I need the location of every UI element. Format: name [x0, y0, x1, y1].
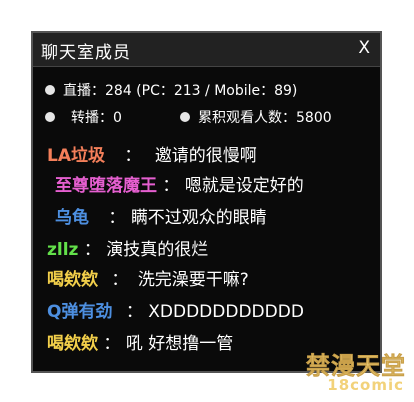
- chat-separator: ：: [103, 334, 121, 354]
- close-icon[interactable]: X: [358, 38, 370, 58]
- live-count-text: 直播：284 (PC：213 / Mobile：89): [63, 83, 298, 99]
- chat-message: 乌龟 ： 瞒不过观众的眼睛: [47, 205, 267, 231]
- title-bar: 聊天室成员 X: [33, 33, 380, 67]
- chat-text: XDDDDDDDDDDD: [148, 302, 304, 322]
- chat-username[interactable]: 至尊堕落魔王: [55, 176, 157, 196]
- chat-text: 嗯就是设定好的: [184, 176, 304, 196]
- bullet-dot-icon: [45, 112, 55, 122]
- total-viewers-text: 累积观看人数：5800: [198, 110, 332, 126]
- bullet-dot-icon: [45, 85, 55, 95]
- chat-username[interactable]: LA垃圾: [47, 146, 105, 166]
- chat-text: 演技真的很烂: [106, 240, 209, 260]
- chat-separator: ：: [125, 302, 143, 322]
- chat-message: 喝欸欸 ： 吼 好想撸一管: [47, 331, 233, 357]
- chat-message: 喝欸欸 ： 洗完澡要干嘛?: [47, 267, 249, 293]
- chat-username[interactable]: Q弹有劲: [47, 302, 112, 322]
- chat-username[interactable]: zllz: [47, 240, 78, 260]
- relay-count-text: 转播：0: [71, 110, 122, 126]
- live-count-stat: 直播：284 (PC：213 / Mobile：89): [45, 80, 297, 100]
- chat-username[interactable]: 喝欸欸: [47, 334, 98, 354]
- chat-separator: ：: [108, 208, 126, 228]
- chat-separator: ：: [162, 176, 180, 196]
- chat-message: zllz ： 演技真的很烂: [47, 237, 208, 263]
- chat-text: 洗完澡要干嘛?: [137, 270, 249, 290]
- bullet-dot-icon: [180, 112, 190, 122]
- chat-separator: ：: [83, 240, 101, 260]
- chat-text: 吼 好想撸一管: [125, 334, 234, 354]
- watermark-line2: 18comic: [327, 376, 404, 394]
- chat-message: LA垃圾 ： 邀请的很慢啊: [47, 143, 257, 169]
- total-viewers-stat: 累积观看人数：5800: [180, 107, 332, 127]
- chat-username[interactable]: 乌龟: [55, 208, 89, 228]
- panel-title: 聊天室成员: [41, 43, 131, 63]
- chat-separator: ：: [111, 270, 129, 290]
- chat-message: 至尊堕落魔王 ： 嗯就是设定好的: [47, 173, 304, 199]
- chat-members-panel: 聊天室成员 X 直播：284 (PC：213 / Mobile：89) 转播：0…: [31, 31, 382, 373]
- site-watermark-logo: 禁漫天堂 18comic: [302, 346, 406, 398]
- chat-separator: ：: [124, 146, 142, 166]
- chat-text: 瞒不过观众的眼睛: [130, 208, 267, 228]
- chat-message: Q弹有劲 ： XDDDDDDDDDDD: [47, 299, 304, 325]
- chat-text: 邀请的很慢啊: [154, 146, 257, 166]
- chat-username[interactable]: 喝欸欸: [47, 270, 98, 290]
- relay-count-stat: 转播：0: [45, 107, 122, 127]
